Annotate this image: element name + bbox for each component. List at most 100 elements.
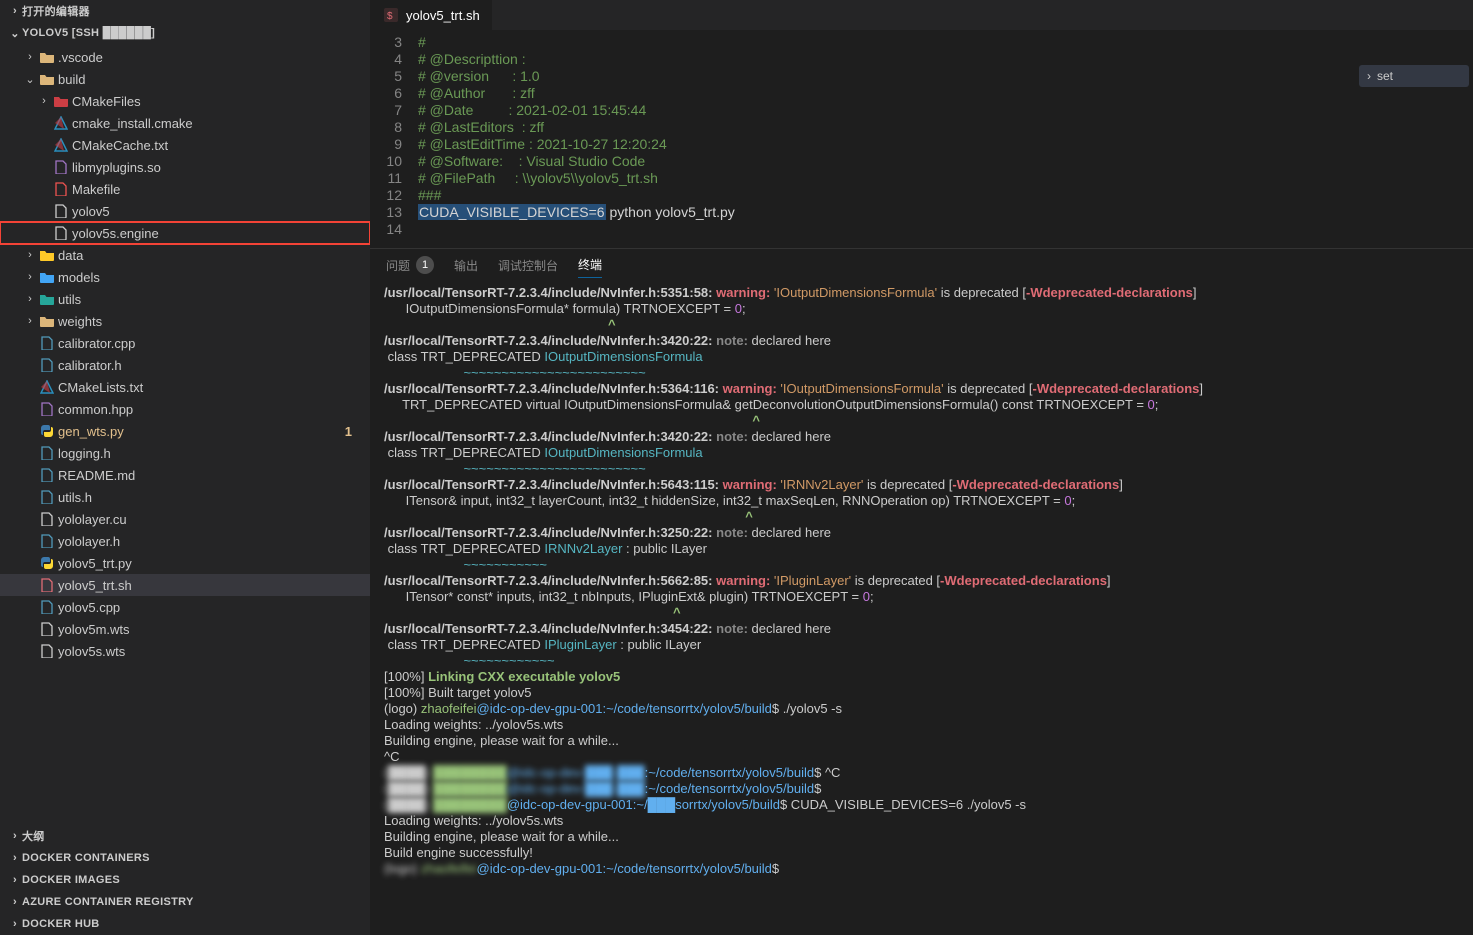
tree-item-calibrator-h[interactable]: calibrator.h [0, 354, 370, 376]
panel-tab-output[interactable]: 输出 [454, 257, 478, 274]
sh-icon [38, 578, 56, 592]
tree-item-label: yololayer.h [58, 534, 120, 549]
tree-item-cmake-install-cmake[interactable]: cmake_install.cmake [0, 112, 370, 134]
tree-item-weights[interactable]: ›weights [0, 310, 370, 332]
tree-item-label: README.md [58, 468, 135, 483]
tree-item-label: common.hpp [58, 402, 133, 417]
cmake-icon [52, 138, 70, 152]
tree-item-makefile[interactable]: Makefile [0, 178, 370, 200]
folder-icon [38, 314, 56, 328]
chevron-icon: ⌄ [22, 73, 38, 86]
models-icon [38, 270, 56, 284]
md-icon [38, 468, 56, 482]
tree-item-label: utils.h [58, 490, 92, 505]
tree-item-label: libmyplugins.so [72, 160, 161, 175]
tree-item-calibrator-cpp[interactable]: calibrator.cpp [0, 332, 370, 354]
panel-azure-container-registry[interactable]: ›AZURE CONTAINER REGISTRY [0, 891, 370, 913]
tree-item-label: yolov5s.engine [72, 226, 159, 241]
file-icon [52, 204, 70, 218]
modified-badge: 1 [345, 424, 362, 439]
db-icon [38, 248, 56, 262]
tree-item-readme-md[interactable]: README.md [0, 464, 370, 486]
terminal-output[interactable]: /usr/local/TensorRT-7.2.3.4/include/NvIn… [370, 281, 1473, 935]
tree-item-label: yolov5s.wts [58, 644, 125, 659]
tree-item-label: CMakeLists.txt [58, 380, 143, 395]
shell-icon: $ [382, 8, 400, 22]
tree-item-common-hpp[interactable]: common.hpp [0, 398, 370, 420]
h-icon [38, 534, 56, 548]
panel-docker-containers[interactable]: ›DOCKER CONTAINERS [0, 847, 370, 869]
chevron-icon: › [36, 95, 52, 107]
panel-tab-debug[interactable]: 调试控制台 [498, 257, 558, 274]
folder-icon [38, 72, 56, 86]
tree-item-yololayer-h[interactable]: yololayer.h [0, 530, 370, 552]
tree-item-data[interactable]: ›data [0, 244, 370, 266]
tree-item-label: logging.h [58, 446, 111, 461]
panel-tab-problems[interactable]: 问题1 [386, 256, 434, 274]
tree-item-yolov5s-engine[interactable]: yolov5s.engine [0, 222, 370, 244]
tree-item-label: Makefile [72, 182, 120, 197]
tree-item-yolov5m-wts[interactable]: yolov5m.wts [0, 618, 370, 640]
tree-item-yolov5[interactable]: yolov5 [0, 200, 370, 222]
chevron-icon: › [22, 51, 38, 63]
tree-item-cmakelists-txt[interactable]: CMakeLists.txt [0, 376, 370, 398]
tree-item-yolov5-trt-sh[interactable]: yolov5_trt.sh [0, 574, 370, 596]
tree-item-label: CMakeCache.txt [72, 138, 168, 153]
tab-yolov5-trt-sh[interactable]: $ yolov5_trt.sh [370, 0, 493, 30]
h-icon [38, 446, 56, 460]
h-icon [38, 490, 56, 504]
file-icon [38, 622, 56, 636]
minimap-hint[interactable]: ›set [1359, 65, 1469, 87]
tree-item-cmakecache-txt[interactable]: CMakeCache.txt [0, 134, 370, 156]
panel-tab-terminal[interactable]: 终端 [578, 256, 602, 278]
tab-label: yolov5_trt.sh [406, 8, 480, 23]
folder-red-icon [52, 94, 70, 108]
tree-item-label: models [58, 270, 100, 285]
tree-item-label: gen_wts.py [58, 424, 124, 439]
tree-item-label: weights [58, 314, 102, 329]
file-icon [52, 226, 70, 240]
chevron-icon: › [22, 271, 38, 283]
tree-item-label: build [58, 72, 85, 87]
hpp-icon [38, 402, 56, 416]
tree-item-yolov5s-wts[interactable]: yolov5s.wts [0, 640, 370, 662]
panel-docker-hub[interactable]: ›DOCKER HUB [0, 913, 370, 935]
editor-tabs: $ yolov5_trt.sh [370, 0, 1473, 30]
tree-item-label: CMakeFiles [72, 94, 141, 109]
tree-item-label: calibrator.h [58, 358, 122, 373]
make-icon [52, 182, 70, 196]
tree-item-logging-h[interactable]: logging.h [0, 442, 370, 464]
tree-item-label: calibrator.cpp [58, 336, 135, 351]
chevron-right-icon: › [1367, 68, 1371, 85]
tree-item-utils[interactable]: ›utils [0, 288, 370, 310]
open-editors-header[interactable]: ›打开的编辑器 [0, 0, 370, 22]
cmake-icon [52, 116, 70, 130]
tree-item-build[interactable]: ⌄ build [0, 68, 370, 90]
tree-item-label: yolov5m.wts [58, 622, 130, 637]
workspace-root[interactable]: ⌄YOLOV5 [SSH ██████] [0, 22, 370, 44]
tree-item-gen-wts-py[interactable]: gen_wts.py 1 [0, 420, 370, 442]
h-icon [38, 358, 56, 372]
folder-icon [38, 50, 56, 64]
tree-item-yolov5-cpp[interactable]: yolov5.cpp [0, 596, 370, 618]
tree-item--vscode[interactable]: ›.vscode [0, 46, 370, 68]
file-icon [38, 644, 56, 658]
svg-text:$: $ [387, 11, 393, 22]
panel-大纲[interactable]: ›大纲 [0, 825, 370, 847]
tree-item-label: cmake_install.cmake [72, 116, 193, 131]
tree-item-models[interactable]: › models [0, 266, 370, 288]
main-area: $ yolov5_trt.sh 34567891011121314 ## @De… [370, 0, 1473, 935]
tree-item-cmakefiles[interactable]: › CMakeFiles [0, 90, 370, 112]
py-icon [38, 556, 56, 570]
tree-item-label: yololayer.cu [58, 512, 127, 527]
chevron-icon: › [22, 249, 38, 261]
tree-item-yololayer-cu[interactable]: yololayer.cu [0, 508, 370, 530]
tree-item-utils-h[interactable]: utils.h [0, 486, 370, 508]
cpp-icon [38, 336, 56, 350]
file-tree[interactable]: ›.vscode ⌄ build › CMakeFiles cmake_install.c… [0, 44, 370, 825]
tree-item-yolov5-trt-py[interactable]: yolov5_trt.py [0, 552, 370, 574]
panel-docker-images[interactable]: ›DOCKER IMAGES [0, 869, 370, 891]
tree-item-libmyplugins-so[interactable]: libmyplugins.so [0, 156, 370, 178]
code-editor[interactable]: 34567891011121314 ## @Descripttion :# @v… [370, 30, 1473, 248]
file-icon [38, 512, 56, 526]
